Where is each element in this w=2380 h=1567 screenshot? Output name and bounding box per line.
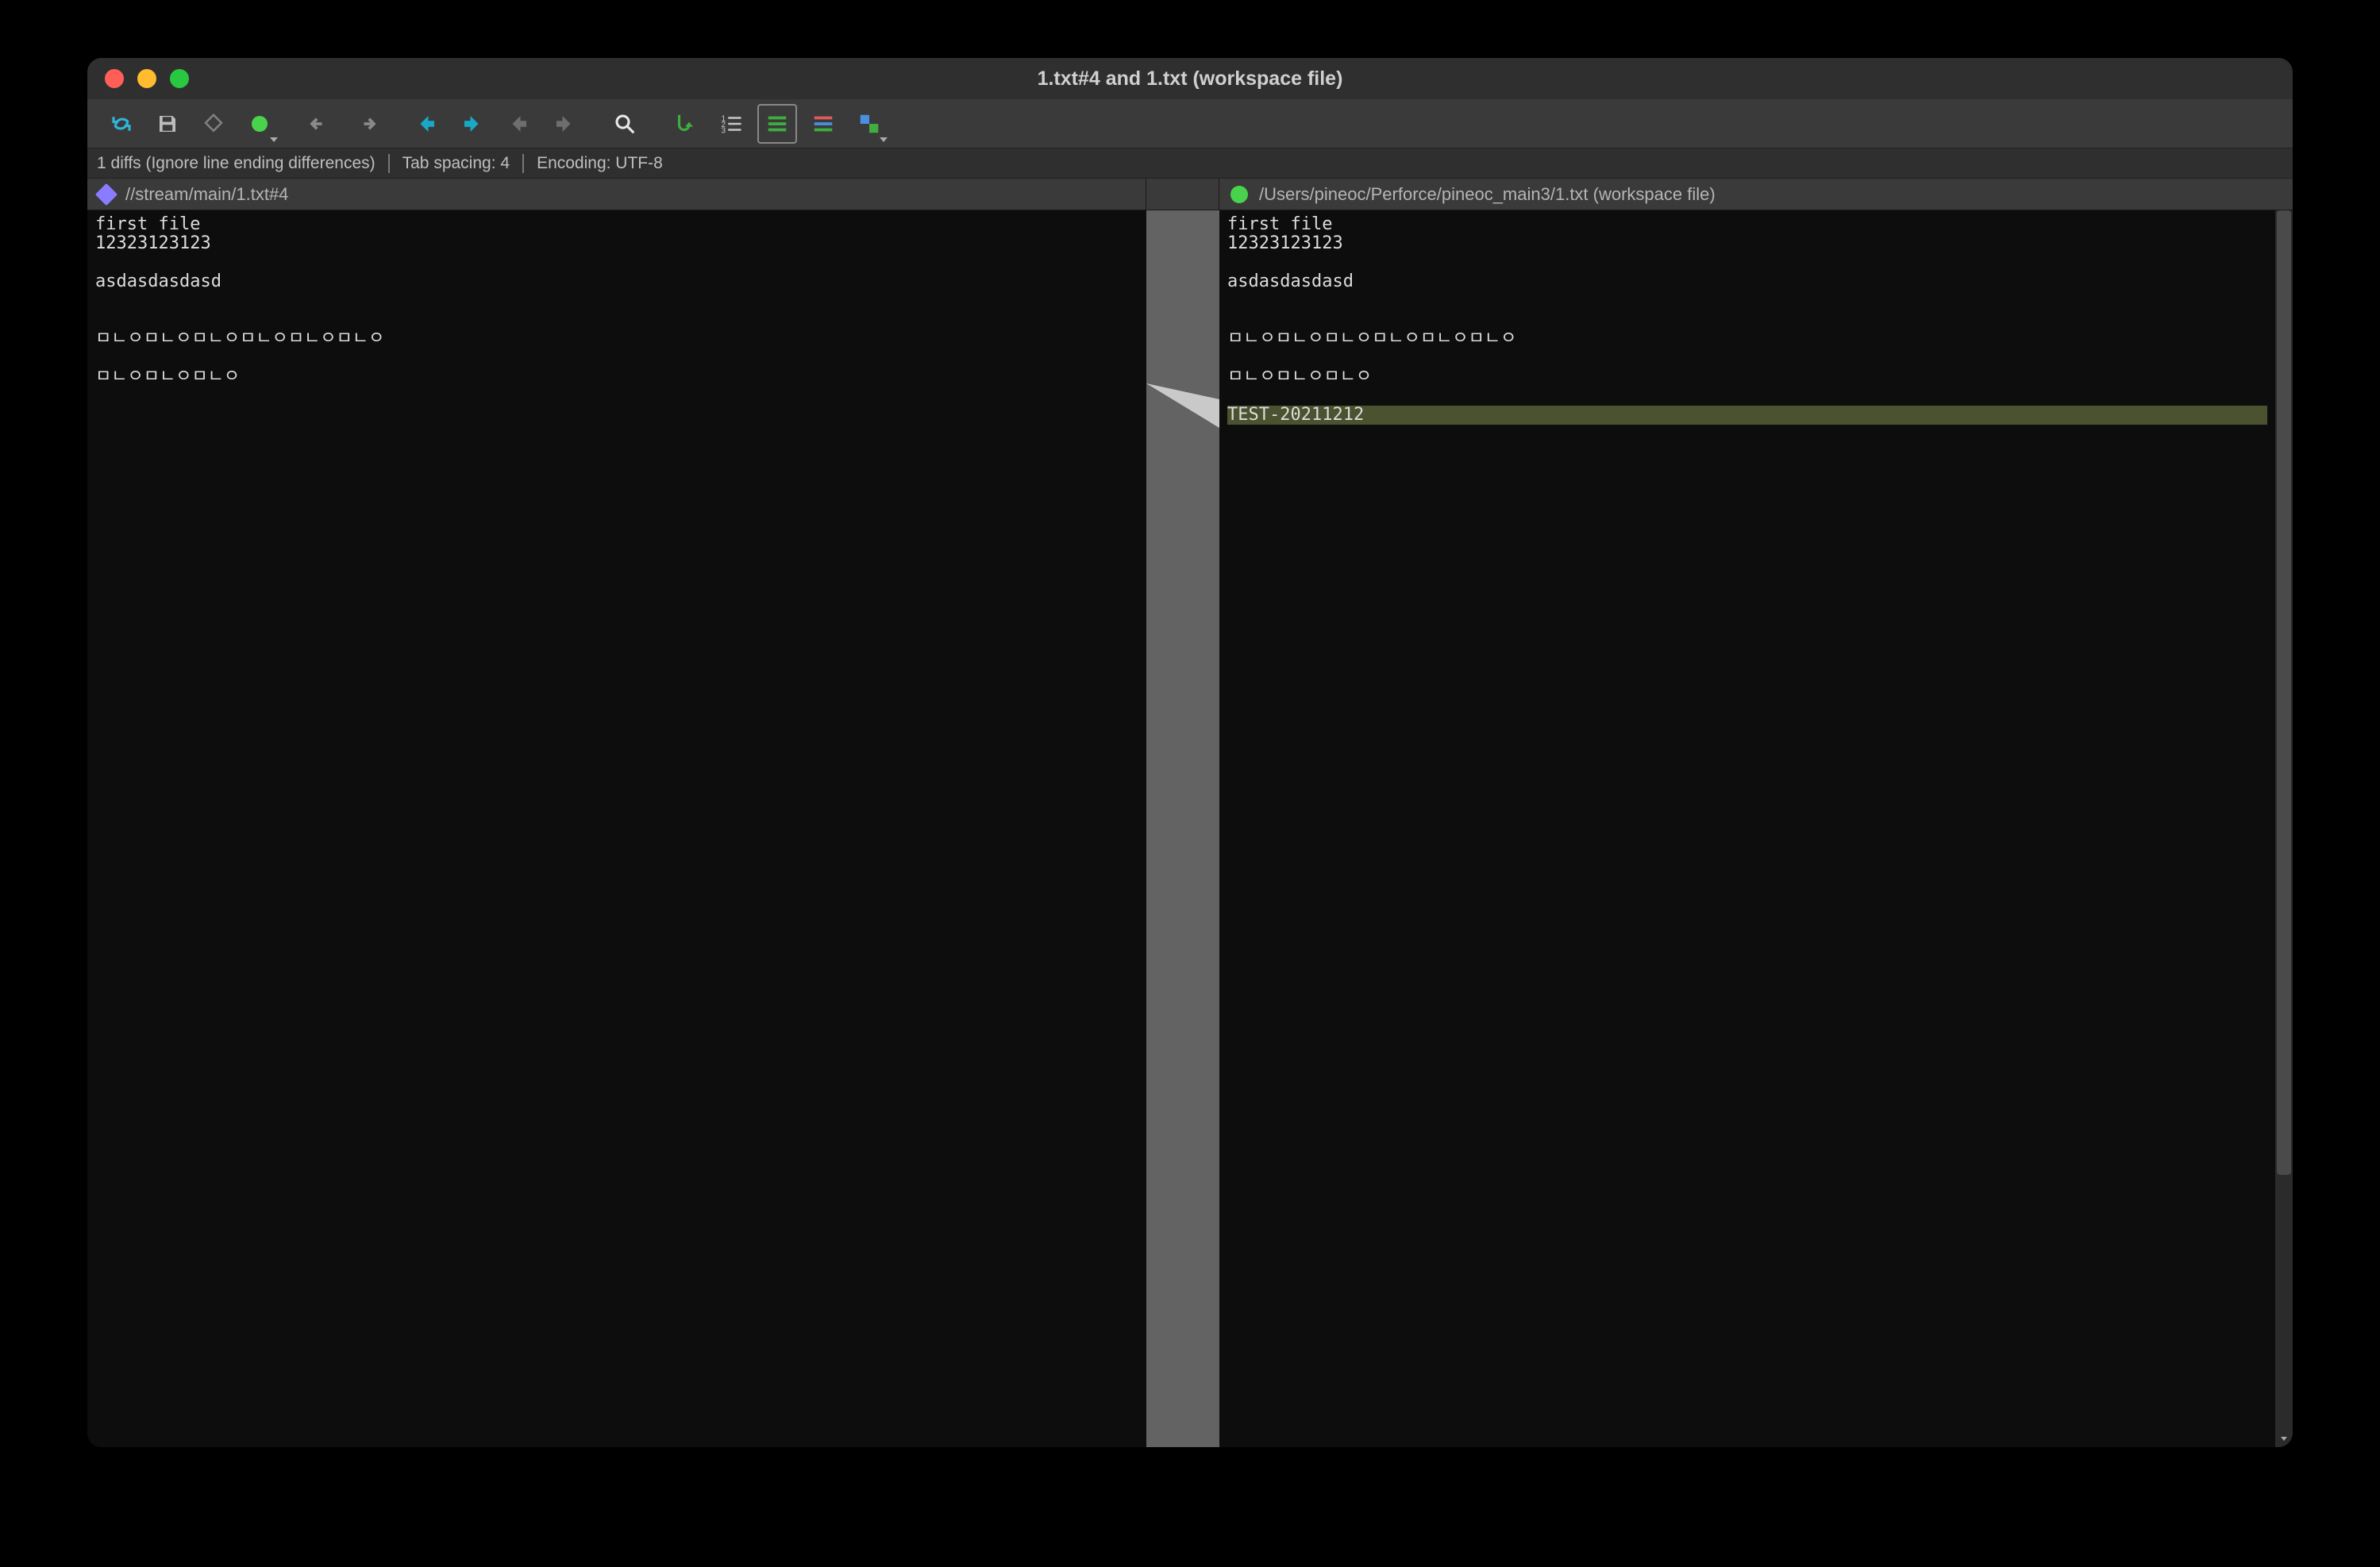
close-icon[interactable] <box>105 69 124 88</box>
traffic-lights <box>105 69 189 88</box>
diff-window: 1.txt#4 and 1.txt (workspace file) <box>87 58 2293 1447</box>
code-line[interactable]: 12323123123 <box>95 234 1138 253</box>
code-line[interactable] <box>1227 253 2267 272</box>
left-file-header[interactable]: //stream/main/1.txt#4 <box>87 179 1146 210</box>
code-line[interactable] <box>1227 348 2267 368</box>
search-icon <box>613 112 637 136</box>
diff-button[interactable] <box>194 104 233 144</box>
right-pane[interactable]: first file12323123123 asdasdasdasd ㅁㄴㅇㅁㄴㅇㅁ… <box>1219 210 2275 1447</box>
blank-line <box>1227 387 2267 406</box>
inline-diff-button[interactable] <box>757 104 797 144</box>
code-line[interactable] <box>95 310 1138 329</box>
arrow-right-cyan-icon <box>460 112 484 136</box>
code-line[interactable]: ㅁㄴㅇㅁㄴㅇㅁㄴㅇ <box>95 368 1138 387</box>
prev-button[interactable] <box>499 104 538 144</box>
compare-options-button[interactable] <box>849 104 889 144</box>
minimize-icon[interactable] <box>137 69 156 88</box>
lines-colored-icon <box>811 112 835 136</box>
zoom-icon[interactable] <box>170 69 189 88</box>
window-title: 1.txt#4 and 1.txt (workspace file) <box>87 67 2293 90</box>
redo-icon <box>354 112 378 136</box>
toolbar: 1 2 3 <box>87 99 2293 148</box>
diff-gutter[interactable] <box>1146 210 1219 1447</box>
prev-diff-button[interactable] <box>406 104 446 144</box>
compare-icon <box>857 112 881 136</box>
code-line[interactable]: asdasdasdasd <box>1227 272 2267 291</box>
code-line[interactable] <box>95 348 1138 368</box>
syntax-button[interactable] <box>803 104 843 144</box>
code-line[interactable]: 12323123123 <box>1227 234 2267 253</box>
vertical-scrollbar[interactable] <box>2275 210 2293 1447</box>
diamond-outline-icon <box>202 112 225 136</box>
green-dot-icon <box>248 112 272 136</box>
gutter-header <box>1146 179 1219 210</box>
goto-button[interactable] <box>665 104 705 144</box>
code-line[interactable] <box>95 291 1138 310</box>
encoding-label: Encoding: UTF-8 <box>537 154 663 173</box>
left-pane[interactable]: first file12323123123 asdasdasdasd ㅁㄴㅇㅁㄴㅇㅁ… <box>87 210 1146 1447</box>
arrow-left-cyan-icon <box>414 112 438 136</box>
list-numbered-icon: 1 2 3 <box>719 112 743 136</box>
tab-spacing-label: Tab spacing: 4 <box>402 154 510 173</box>
chevron-down-icon <box>880 137 888 142</box>
divider <box>388 154 390 173</box>
undo-icon <box>308 112 332 136</box>
svg-text:3: 3 <box>722 126 726 135</box>
workspace-file-icon <box>1230 186 1248 203</box>
diff-connector <box>1146 383 1219 428</box>
code-line[interactable]: asdasdasdasd <box>95 272 1138 291</box>
undo-button[interactable] <box>300 104 340 144</box>
code-line[interactable]: first file <box>95 215 1138 234</box>
arrow-right-gray-icon <box>553 112 576 136</box>
save-icon <box>156 112 179 136</box>
file-headers: //stream/main/1.txt#4 /Users/pineoc/Perf… <box>87 179 2293 210</box>
diff-count-label: 1 diffs (Ignore line ending differences) <box>97 154 375 173</box>
code-line[interactable]: first file <box>1227 215 2267 234</box>
status-button[interactable] <box>240 104 279 144</box>
arrow-left-gray-icon <box>506 112 530 136</box>
refresh-button[interactable] <box>102 104 141 144</box>
next-diff-button[interactable] <box>453 104 492 144</box>
next-button[interactable] <box>545 104 584 144</box>
redo-button[interactable] <box>346 104 386 144</box>
right-file-header[interactable]: /Users/pineoc/Perforce/pineoc_main3/1.tx… <box>1219 179 2293 210</box>
line-numbers-button[interactable]: 1 2 3 <box>711 104 751 144</box>
code-line[interactable] <box>95 253 1138 272</box>
code-line[interactable]: ㅁㄴㅇㅁㄴㅇㅁㄴㅇ <box>1227 368 2267 387</box>
search-button[interactable] <box>605 104 645 144</box>
diff-body: first file12323123123asdasdasdasdㅁㄴㅇㅁㄴㅇㅁ… <box>87 210 2293 1447</box>
titlebar: 1.txt#4 and 1.txt (workspace file) <box>87 58 2293 99</box>
added-line[interactable]: TEST-20211212 <box>1227 406 2267 425</box>
left-file-path: //stream/main/1.txt#4 <box>125 184 288 205</box>
scrollbar-thumb[interactable] <box>2277 210 2291 1175</box>
code-line[interactable] <box>1227 291 2267 310</box>
status-bar: 1 diffs (Ignore line ending differences)… <box>87 148 2293 179</box>
code-line[interactable]: ㅁㄴㅇㅁㄴㅇㅁㄴㅇㅁㄴㅇㅁㄴㅇㅁㄴㅇ <box>1227 329 2267 348</box>
divider <box>522 154 524 173</box>
depot-file-icon <box>95 183 117 205</box>
right-file-path: /Users/pineoc/Perforce/pineoc_main3/1.tx… <box>1259 184 1716 205</box>
scroll-down-icon[interactable] <box>2275 1430 2293 1447</box>
goto-icon <box>673 112 697 136</box>
save-button[interactable] <box>148 104 187 144</box>
code-line[interactable]: ㅁㄴㅇㅁㄴㅇㅁㄴㅇㅁㄴㅇㅁㄴㅇㅁㄴㅇ <box>95 329 1138 348</box>
chevron-down-icon <box>270 137 278 142</box>
lines-green-icon <box>765 112 789 136</box>
code-line[interactable] <box>1227 310 2267 329</box>
refresh-icon <box>110 112 133 136</box>
